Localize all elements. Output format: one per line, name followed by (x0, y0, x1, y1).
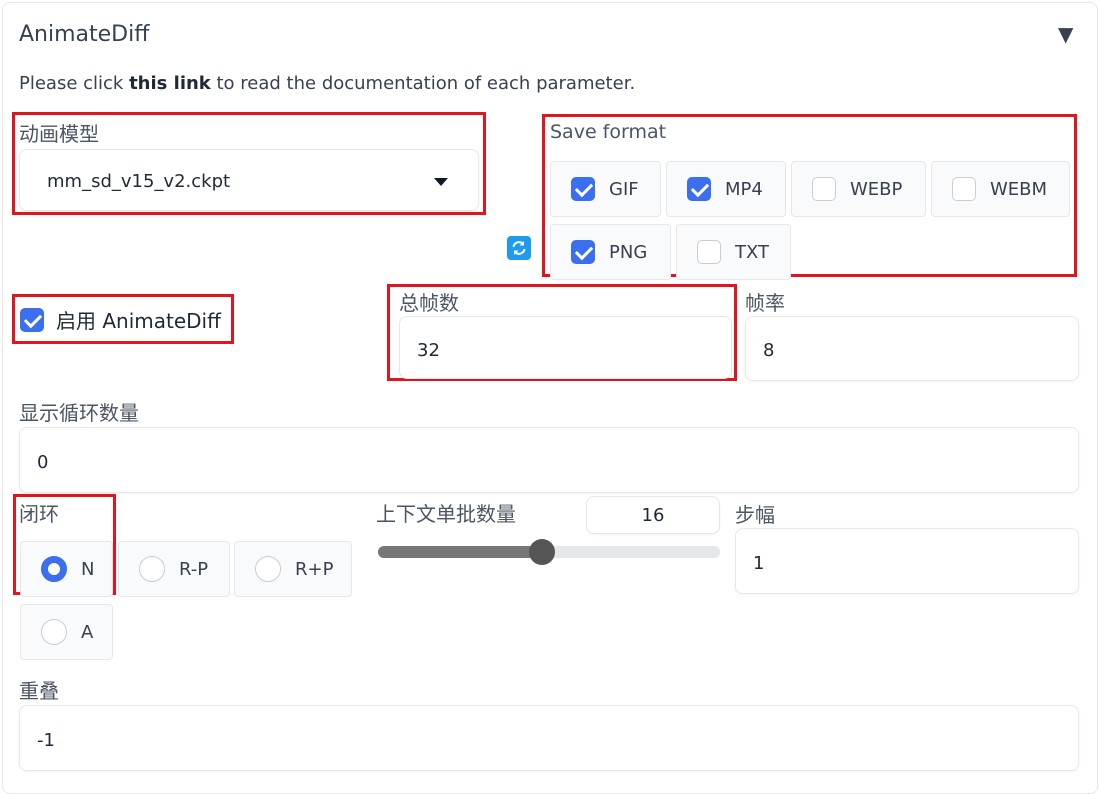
fps-input[interactable]: 8 (745, 316, 1079, 381)
doc-suffix: to read the documentation of each parame… (210, 73, 636, 94)
enable-animatediff[interactable]: 启用 AnimateDiff (20, 305, 221, 334)
txt-label: TXT (735, 241, 770, 263)
a-label: A (81, 621, 94, 643)
overlap-input[interactable]: -1 (19, 705, 1079, 771)
save-format-webp[interactable]: WEBP (791, 161, 926, 217)
overlap-label: 重叠 (19, 679, 59, 703)
doc-prefix: Please click (19, 73, 130, 94)
gif-label: GIF (609, 178, 639, 200)
model-value: mm_sd_v15_v2.ckpt (47, 171, 231, 192)
total-frames-value: 32 (417, 340, 440, 361)
save-format-label: Save format (550, 121, 667, 143)
stride-input[interactable]: 1 (735, 528, 1079, 594)
mp4-checkbox[interactable] (687, 177, 711, 201)
n-label: N (81, 558, 95, 580)
mp4-label: MP4 (725, 178, 763, 200)
webm-checkbox[interactable] (952, 177, 976, 201)
enable-checkbox[interactable] (20, 307, 44, 332)
total-frames-label: 总帧数 (399, 291, 459, 315)
doc-link[interactable]: this link (129, 73, 211, 94)
webm-label: WEBM (990, 178, 1048, 200)
r-p-label: R-P (179, 558, 209, 580)
save-format-mp4[interactable]: MP4 (666, 161, 786, 217)
a-radio[interactable] (41, 619, 67, 645)
total-frames-input[interactable]: 32 (399, 316, 732, 379)
loop-count-value: 0 (37, 452, 49, 473)
context-batch-label: 上下文单批数量 (376, 502, 516, 526)
save-format-png[interactable]: PNG (550, 224, 671, 280)
txt-checkbox[interactable] (697, 240, 721, 264)
stride-label: 步幅 (735, 503, 775, 527)
enable-label: 启用 AnimateDiff (56, 309, 221, 333)
closed-loop-n[interactable]: N (20, 541, 113, 597)
closed-loop-a[interactable]: A (20, 604, 113, 660)
png-label: PNG (609, 241, 648, 263)
save-format-gif[interactable]: GIF (550, 161, 661, 217)
context-batch-value: 16 (641, 504, 665, 526)
closed-loop-rp[interactable]: R-P (118, 541, 230, 597)
doc-description: Please click this link to read the docum… (19, 73, 635, 94)
model-label: 动画模型 (19, 122, 99, 146)
slider-fill (378, 546, 542, 558)
png-checkbox[interactable] (571, 240, 595, 264)
webp-label: WEBP (850, 178, 903, 200)
slider-thumb[interactable] (529, 539, 555, 565)
save-format-webm[interactable]: WEBM (931, 161, 1070, 217)
panel-title: AnimateDiff (19, 22, 150, 47)
save-format-txt[interactable]: TXT (676, 224, 791, 280)
closed-loop-r-plus-p[interactable]: R+P (234, 541, 352, 597)
context-batch-number-input[interactable]: 16 (586, 496, 720, 534)
loop-count-label: 显示循环数量 (19, 401, 139, 425)
fps-label: 帧率 (745, 291, 785, 315)
r-p-radio[interactable] (139, 556, 165, 582)
webp-checkbox[interactable] (812, 177, 836, 201)
closed-loop-label: 闭环 (19, 502, 59, 526)
caret-down-icon (434, 178, 448, 186)
context-batch-slider[interactable] (378, 539, 720, 565)
r-plus-p-label: R+P (295, 558, 334, 580)
n-radio[interactable] (41, 556, 67, 582)
refresh-icon[interactable] (507, 236, 531, 260)
refresh-arrows-icon (512, 241, 526, 255)
fps-value: 8 (763, 340, 775, 361)
r-plus-p-radio[interactable] (255, 556, 281, 582)
loop-count-input[interactable]: 0 (19, 427, 1079, 493)
model-dropdown[interactable]: mm_sd_v15_v2.ckpt (19, 149, 479, 211)
gif-checkbox[interactable] (571, 177, 595, 201)
stride-value: 1 (753, 553, 765, 574)
overlap-value: -1 (37, 730, 55, 751)
collapse-toggle-icon[interactable]: ▼ (1058, 22, 1073, 46)
